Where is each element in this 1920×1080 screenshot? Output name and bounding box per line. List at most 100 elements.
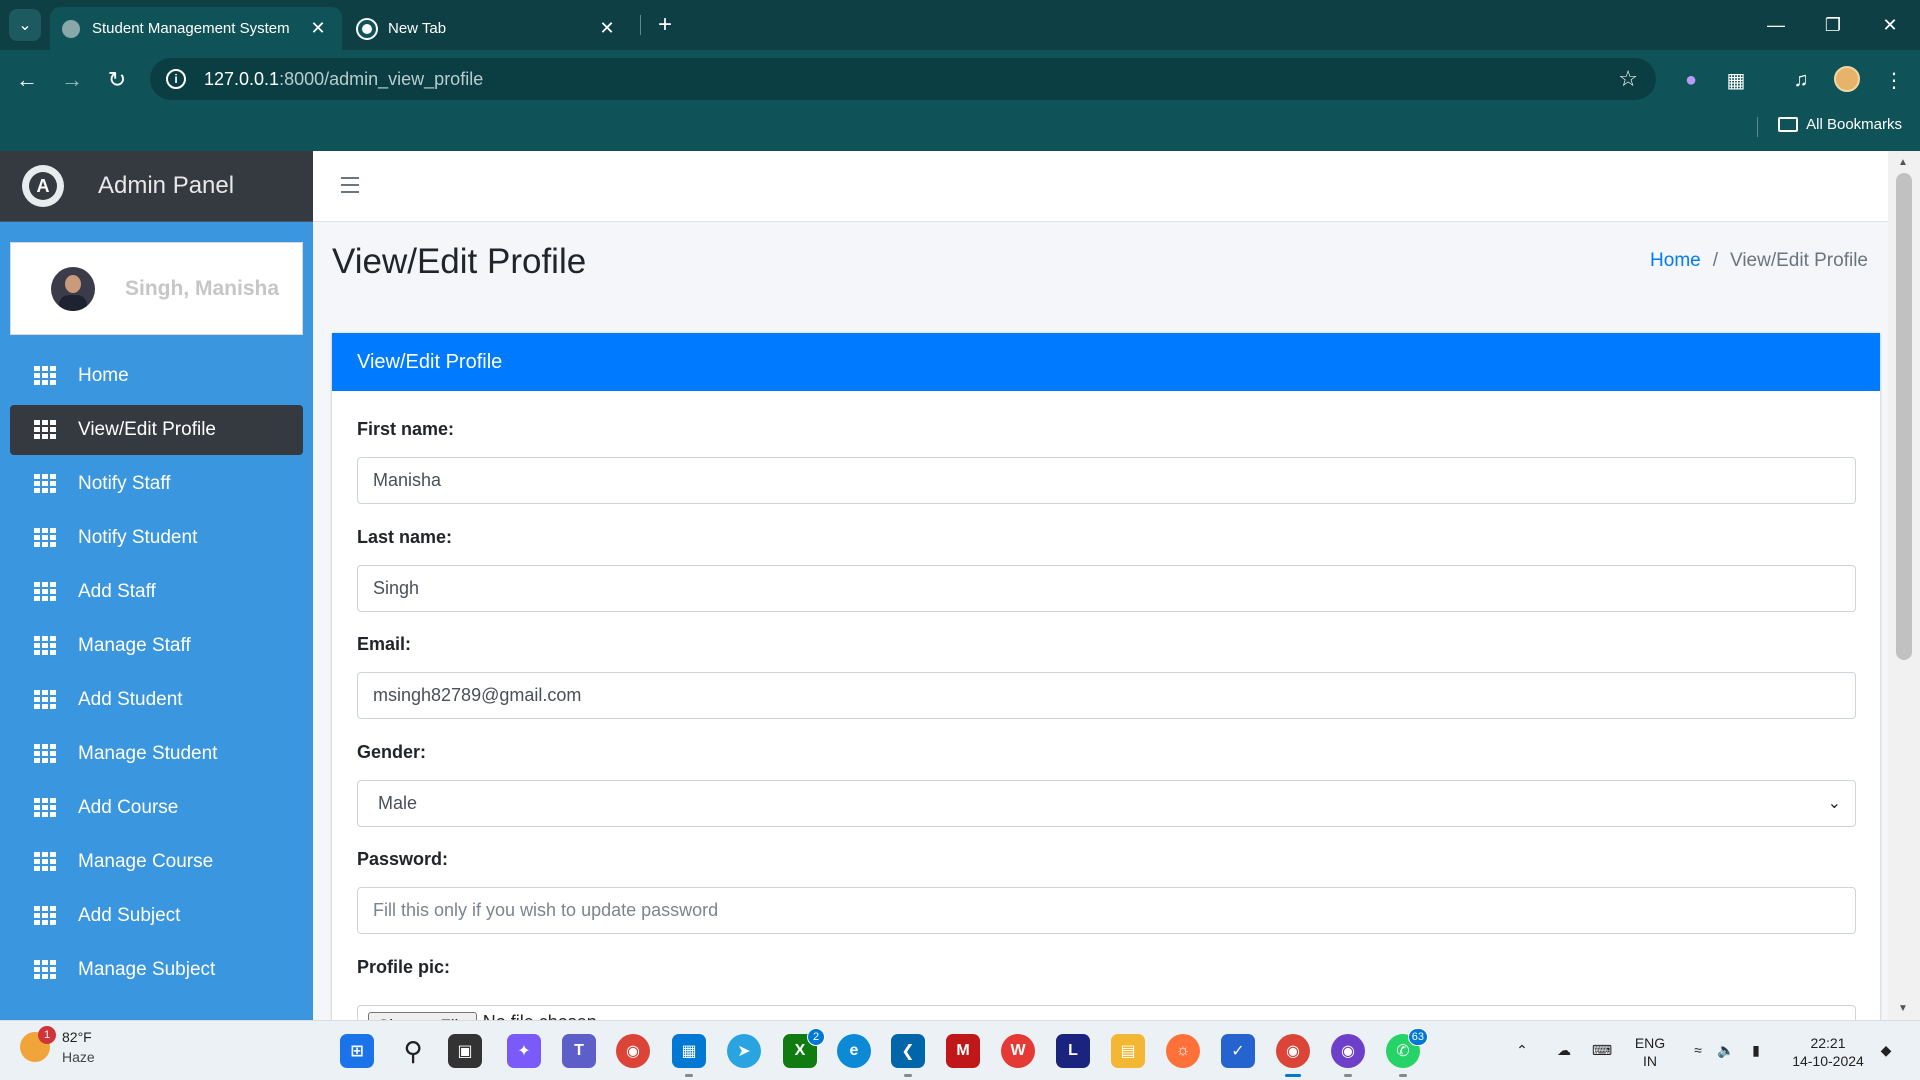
gender-label: Gender: — [357, 742, 427, 762]
sidebar-item-label: Manage Student — [78, 743, 218, 764]
xbox-icon[interactable]: X2 — [783, 1028, 825, 1068]
sidebar: A Admin Panel Singh, Manisha Home View/E… — [0, 151, 313, 1020]
sidebar-item-add-student[interactable]: Add Student — [10, 675, 303, 725]
profile-avatar[interactable] — [1834, 66, 1860, 92]
battery-icon[interactable]: ▮ — [1742, 1033, 1770, 1067]
scroll-down-icon[interactable]: ▼ — [1898, 1003, 1908, 1014]
minimize-button[interactable]: — — [1753, 8, 1799, 42]
th-grid-icon — [34, 528, 56, 548]
firefox-icon[interactable]: ☼ — [1166, 1034, 1200, 1068]
main-content: View/Edit Profile Home / View/Edit Profi… — [313, 151, 1888, 1045]
weather-icon: 1 — [20, 1026, 56, 1062]
wps-office-icon[interactable]: W — [1001, 1034, 1035, 1068]
email-input[interactable] — [357, 672, 1856, 719]
brand-link[interactable]: A Admin Panel — [0, 151, 313, 222]
top-navbar — [313, 151, 1888, 222]
reload-button[interactable]: ↻ — [100, 63, 134, 97]
extension-icon[interactable]: ● — [1677, 66, 1705, 94]
windows-start-icon[interactable]: ⊞ — [340, 1034, 374, 1068]
scroll-up-icon[interactable]: ▲ — [1898, 157, 1908, 168]
gender-selected-value: Male — [378, 793, 418, 813]
site-info-icon[interactable]: i — [166, 69, 186, 89]
tab-new-tab[interactable]: New Tab ✕ — [346, 7, 631, 50]
gender-select[interactable]: Male ⌄ — [357, 780, 1856, 827]
restore-button[interactable]: ❐ — [1810, 8, 1856, 42]
github-icon[interactable]: ◉ — [1331, 1034, 1365, 1077]
chevron-up-icon[interactable]: ⌃ — [1510, 1033, 1534, 1067]
close-tab-icon[interactable]: ✕ — [595, 18, 619, 39]
sidebar-item-add-staff[interactable]: Add Staff — [10, 567, 303, 617]
extensions-puzzle-icon[interactable]: ▦ — [1722, 66, 1750, 94]
sidebar-item-notify-staff[interactable]: Notify Staff — [10, 459, 303, 509]
file-explorer-icon[interactable]: ▤ — [1111, 1034, 1145, 1068]
sidebar-item-label: Add Subject — [78, 905, 181, 926]
back-button[interactable]: ← — [10, 63, 44, 97]
sidebar-item-add-subject[interactable]: Add Subject — [10, 891, 303, 941]
profile-form-card: View/Edit Profile First name: Last name:… — [332, 333, 1880, 1045]
more-menu-icon[interactable]: ⋮ — [1880, 66, 1908, 94]
password-input[interactable] — [357, 887, 1856, 934]
teams-icon[interactable]: T — [562, 1034, 596, 1068]
profile-pic-label: Profile pic: — [357, 957, 451, 977]
close-tab-icon[interactable]: ✕ — [306, 18, 330, 39]
scrollbar-thumb[interactable] — [1896, 173, 1912, 660]
clock[interactable]: 22:21 14-10-2024 — [1780, 1033, 1876, 1071]
sidebar-item-add-course[interactable]: Add Course — [10, 783, 303, 833]
search-icon[interactable]: ⚲ — [396, 1034, 430, 1068]
page-scrollbar[interactable]: ▲ ▼ — [1888, 151, 1920, 1020]
browser-tab-strip: ⌄ Student Management System ✕ New Tab ✕ … — [0, 0, 1920, 50]
close-window-button[interactable]: ✕ — [1867, 8, 1913, 42]
sidebar-item-view-edit-profile[interactable]: View/Edit Profile — [10, 405, 303, 455]
keyboard-icon[interactable]: ⌨ — [1588, 1033, 1616, 1067]
mcafee-icon[interactable]: M — [946, 1034, 980, 1068]
hamburger-menu-icon[interactable] — [341, 177, 359, 193]
chrome-icon[interactable]: ◉ — [616, 1034, 650, 1068]
url-host: 127.0.0.1 — [204, 68, 280, 89]
sidebar-item-label: Add Staff — [78, 581, 156, 602]
taskbar: 1 82°F Haze ⊞ ⚲ ▣ ✦ T ◉ ▦ ➤ X2 e ❮ M W L… — [0, 1020, 1920, 1080]
weather-desc: Haze — [62, 1049, 95, 1065]
address-bar[interactable]: i 127.0.0.1:8000/admin_view_profile ☆ — [150, 58, 1656, 100]
sidebar-item-home[interactable]: Home — [10, 351, 303, 401]
vscode-icon[interactable]: ❮ — [891, 1034, 925, 1077]
volume-icon[interactable]: 🔈 — [1712, 1033, 1740, 1067]
task-view-icon[interactable]: ▣ — [448, 1034, 482, 1068]
copilot-icon[interactable]: ✦ — [507, 1034, 541, 1068]
sidebar-item-manage-staff[interactable]: Manage Staff — [10, 621, 303, 671]
xbox-badge: 2 — [807, 1028, 825, 1046]
weather-widget[interactable]: 1 82°F Haze — [20, 1026, 95, 1067]
first-name-input[interactable] — [357, 457, 1856, 504]
tab-student-management[interactable]: Student Management System ✕ — [50, 7, 342, 50]
onedrive-icon[interactable]: ☁ — [1550, 1033, 1578, 1067]
chrome-active-icon[interactable]: ◉ — [1276, 1034, 1310, 1077]
wifi-icon[interactable]: ≈ — [1684, 1033, 1712, 1067]
sidebar-item-notify-student[interactable]: Notify Student — [10, 513, 303, 563]
tab-search-button[interactable]: ⌄ — [9, 9, 41, 41]
weather-temp: 82°F — [62, 1029, 92, 1045]
bookmark-star-icon[interactable]: ☆ — [1618, 66, 1638, 92]
chevron-down-icon: ⌄ — [1827, 795, 1841, 812]
breadcrumb-home-link[interactable]: Home — [1650, 250, 1701, 272]
user-name: Singh, Manisha — [125, 276, 280, 300]
notification-bell-icon[interactable]: ◆ — [1872, 1033, 1900, 1067]
media-controls-icon[interactable]: ♫ — [1787, 66, 1815, 94]
chrome-icon — [358, 19, 376, 38]
store-icon[interactable]: ▦ — [672, 1034, 706, 1077]
sidebar-item-manage-course[interactable]: Manage Course — [10, 837, 303, 887]
bookmark-divider — [1757, 117, 1758, 137]
todo-icon[interactable]: ✓ — [1221, 1034, 1255, 1068]
whatsapp-icon[interactable]: ✆ 63 — [1386, 1028, 1428, 1077]
telegram-icon[interactable]: ➤ — [727, 1034, 761, 1068]
th-grid-icon — [34, 798, 56, 818]
language-indicator[interactable]: ENG IN — [1628, 1033, 1672, 1071]
sidebar-item-manage-student[interactable]: Manage Student — [10, 729, 303, 779]
l-app-icon[interactable]: L — [1056, 1034, 1090, 1068]
breadcrumb-current: View/Edit Profile — [1730, 250, 1868, 271]
last-name-input[interactable] — [357, 565, 1856, 612]
new-tab-button[interactable]: + — [650, 10, 680, 40]
sidebar-item-manage-subject[interactable]: Manage Subject — [10, 945, 303, 995]
edge-icon[interactable]: e — [837, 1034, 871, 1068]
forward-button[interactable]: → — [55, 63, 89, 97]
user-panel[interactable]: Singh, Manisha — [10, 242, 303, 335]
all-bookmarks-button[interactable]: All Bookmarks — [1778, 116, 1902, 133]
